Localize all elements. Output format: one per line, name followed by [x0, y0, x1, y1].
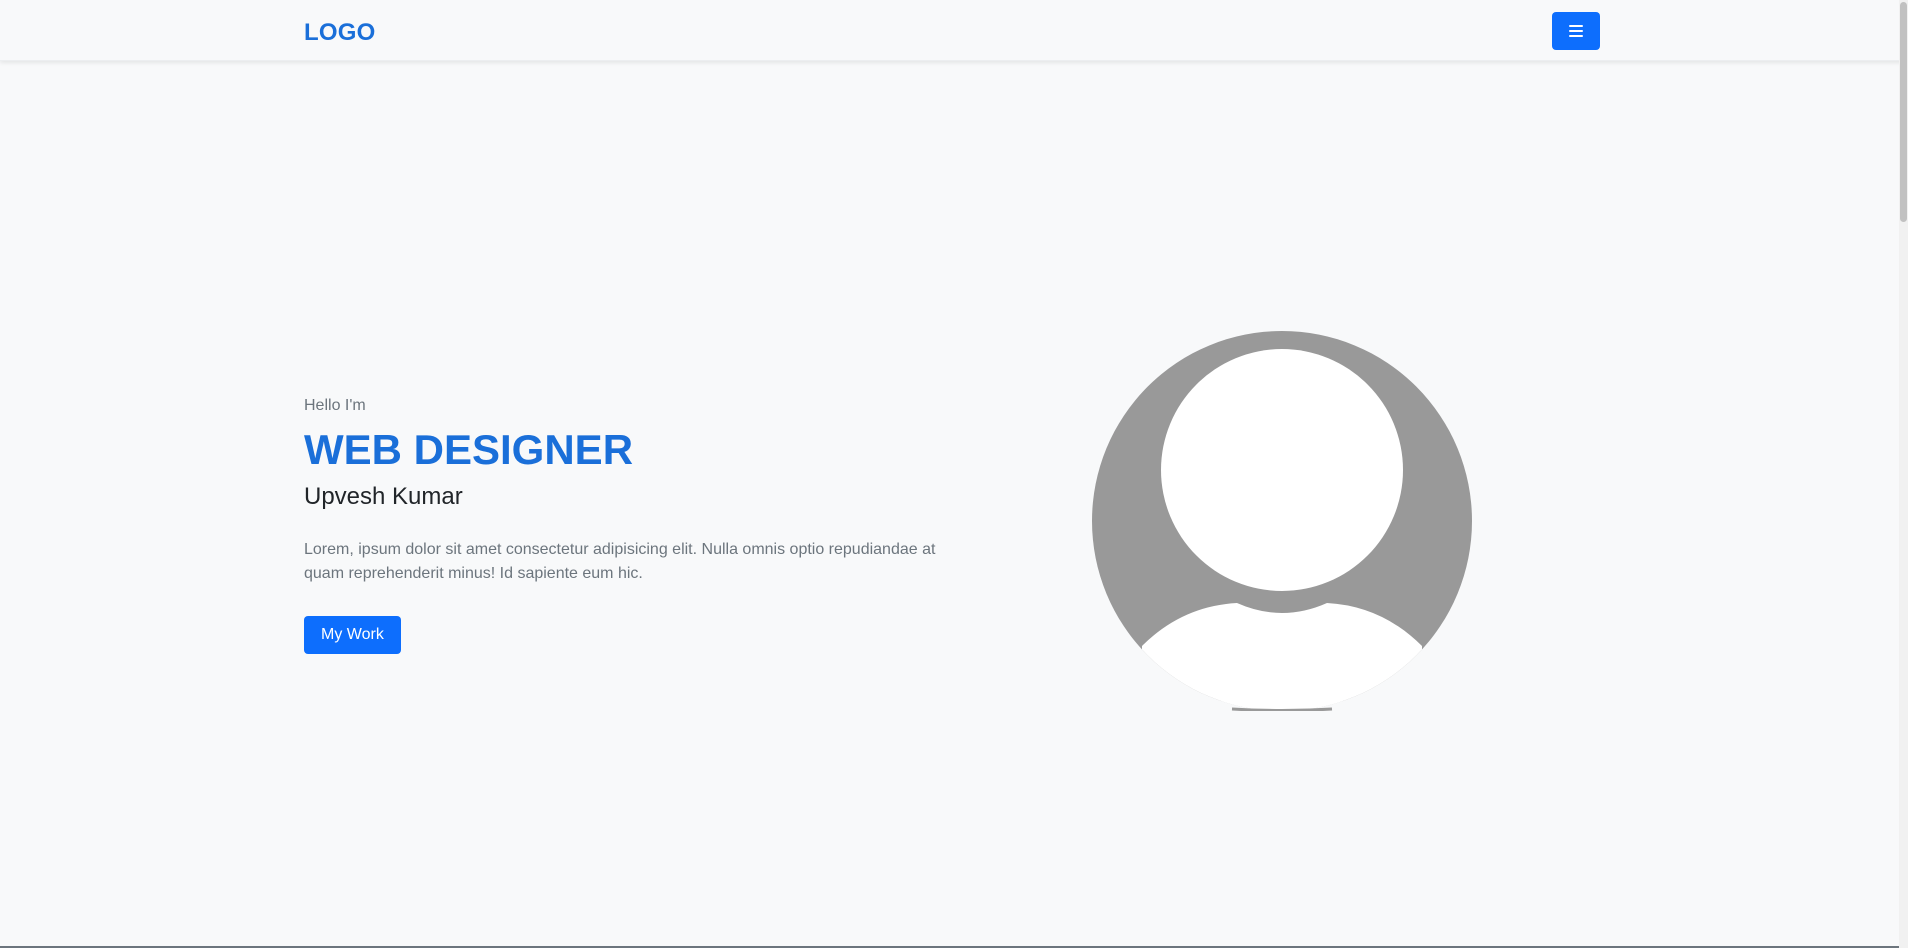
user-avatar-placeholder-icon [1092, 331, 1472, 712]
navbar: LOGO [0, 0, 1908, 61]
hero-title: WEB DESIGNER [304, 426, 634, 473]
page-scrollbar[interactable] [1899, 0, 1908, 948]
hero-section: Hello I'm WEB DESIGNER Upvesh Kumar Lore… [304, 396, 964, 654]
logo-link[interactable]: LOGO [304, 19, 375, 47]
scrollbar-thumb[interactable] [1900, 2, 1907, 222]
hero-name: Upvesh Kumar [304, 483, 463, 510]
hero-greeting: Hello I'm [304, 397, 366, 414]
menu-toggle-button[interactable] [1552, 12, 1600, 50]
hamburger-menu-icon [1569, 25, 1583, 37]
my-work-button[interactable]: My Work [304, 616, 401, 654]
hero-description: Lorem, ipsum dolor sit amet consectetur … [304, 541, 936, 582]
